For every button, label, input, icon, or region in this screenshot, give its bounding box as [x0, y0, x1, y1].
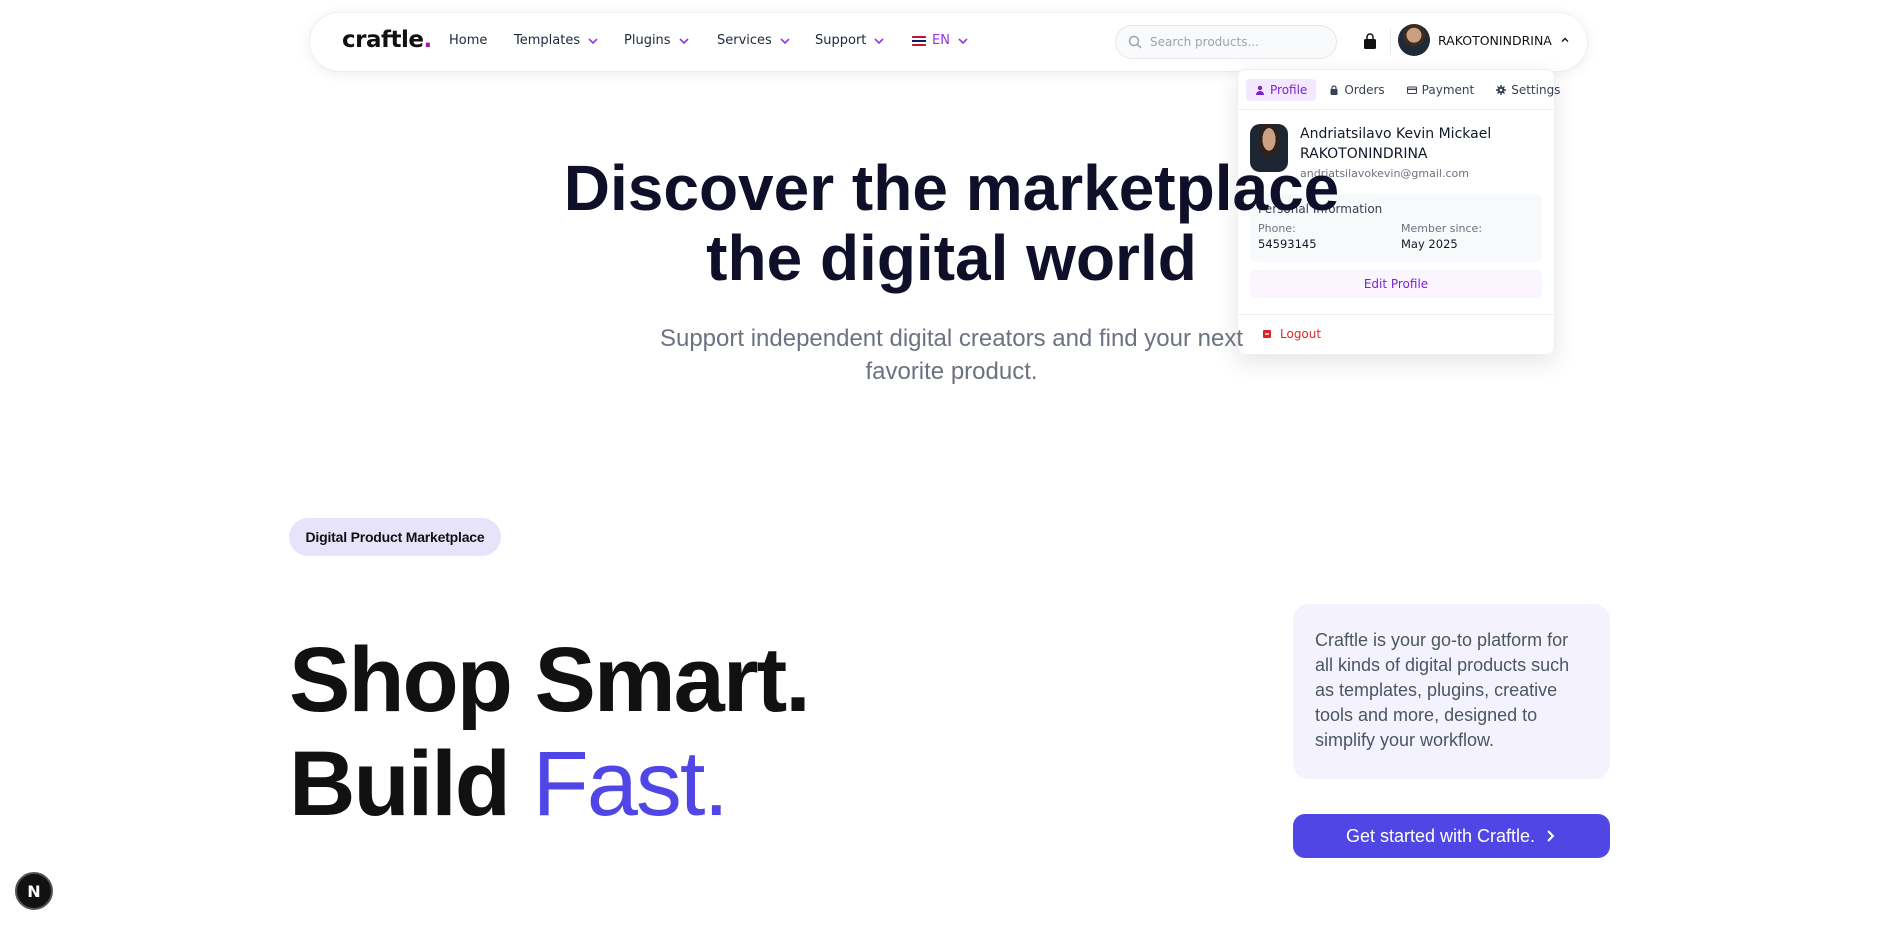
chevron-down-icon: [874, 37, 884, 44]
hero-title-line-1: Discover the marketplace: [563, 152, 1340, 224]
hero-title: Discover the marketplace the digital wor…: [0, 153, 1903, 293]
tab-payment[interactable]: Payment: [1398, 79, 1484, 101]
hero-subtitle: Support independent digital creators and…: [0, 322, 1903, 388]
section-headline: Shop Smart. Build Fast.: [289, 628, 811, 836]
headline-line-1: Shop Smart.: [289, 629, 811, 731]
profile-tabs: Profile Orders Payment Settings: [1238, 70, 1560, 110]
shopping-bag-icon[interactable]: [1362, 33, 1378, 51]
hero-subtitle-line-1: Support independent digital creators and…: [659, 325, 1244, 352]
marketplace-badge: Digital Product Marketplace: [289, 518, 501, 556]
logo[interactable]: craftle.: [342, 27, 432, 53]
navbar: craftle. Home Templates Plugins Services…: [310, 13, 1587, 71]
gear-icon: [1496, 84, 1507, 95]
tab-profile[interactable]: Profile: [1246, 78, 1317, 101]
tab-orders[interactable]: Orders: [1320, 79, 1393, 101]
avatar: [1398, 24, 1430, 56]
chevron-down-icon: [958, 37, 968, 44]
nav-templates[interactable]: Templates: [514, 33, 600, 48]
search-icon: [1128, 35, 1142, 49]
headline-accent: Fast.: [532, 733, 729, 835]
chevron-down-icon: [588, 37, 598, 44]
hero-title-line-2: the digital world: [706, 222, 1197, 294]
lock-icon: [1330, 84, 1338, 95]
uk-flag-icon: [912, 35, 926, 46]
get-started-button[interactable]: Get started with Craftle.: [1293, 814, 1610, 858]
headline-word: Build: [289, 733, 511, 835]
chevron-down-icon: [679, 37, 689, 44]
chevron-down-icon: [780, 37, 790, 44]
dev-tools-button[interactable]: N: [15, 872, 53, 910]
nav-support[interactable]: Support: [815, 33, 886, 48]
hero-subtitle-line-2: favorite product.: [865, 358, 1038, 385]
search-input[interactable]: [1150, 35, 1320, 49]
full-name-first: Andriatsilavo Kevin Mickael: [1300, 126, 1492, 142]
nav-services[interactable]: Services: [717, 33, 792, 48]
nav-plugins[interactable]: Plugins: [624, 33, 691, 48]
user-menu-button[interactable]: RAKOTONINDRINA: [1398, 24, 1570, 56]
user-name: RAKOTONINDRINA: [1438, 32, 1552, 48]
divider: [1390, 29, 1391, 55]
card-icon: [1406, 85, 1417, 94]
person-icon: [1256, 85, 1264, 95]
description-card: Craftle is your go-to platform for all k…: [1293, 604, 1610, 779]
chevron-up-icon: [1561, 37, 1569, 42]
tab-settings[interactable]: Settings: [1487, 79, 1569, 101]
search-box[interactable]: [1115, 25, 1337, 59]
language-selector[interactable]: EN: [912, 33, 970, 48]
nav-home[interactable]: Home: [449, 33, 487, 48]
chevron-right-icon: [1547, 830, 1555, 842]
